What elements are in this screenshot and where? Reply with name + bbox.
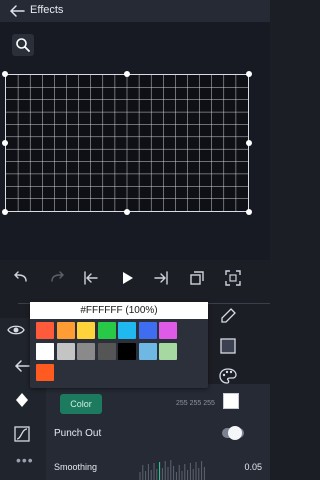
more-options-icon[interactable]: ••• — [16, 452, 34, 468]
skip-to-start-icon[interactable] — [82, 269, 100, 287]
resize-handle-top-left[interactable] — [2, 71, 8, 77]
color-swatch[interactable] — [138, 322, 157, 339]
undo-icon[interactable] — [12, 269, 30, 287]
magnifier-icon — [16, 38, 30, 52]
color-row: Color 255 255 255 — [50, 392, 266, 418]
gradient-square-icon[interactable] — [218, 336, 238, 356]
color-swatch[interactable] — [159, 322, 177, 339]
color-swatch[interactable] — [56, 322, 75, 339]
color-swatch[interactable] — [56, 343, 75, 360]
duplicate-icon[interactable] — [188, 269, 206, 287]
color-swatch[interactable] — [36, 364, 54, 381]
color-swatch[interactable] — [36, 343, 54, 360]
color-button[interactable]: Color — [60, 394, 102, 414]
back-arrow-icon[interactable] — [8, 3, 26, 19]
easing-curve-icon[interactable] — [12, 424, 32, 444]
hex-color-field[interactable]: #FFFFFF (100%) — [30, 302, 208, 319]
resize-handle-bottom-left[interactable] — [2, 209, 8, 215]
resize-handle-middle-right[interactable] — [246, 140, 252, 146]
color-swatch[interactable] — [159, 343, 177, 360]
visibility-eye-icon[interactable] — [6, 320, 26, 340]
palette-icon[interactable] — [218, 366, 238, 386]
play-icon[interactable] — [118, 269, 136, 287]
zoom-button[interactable] — [12, 34, 34, 56]
resize-handle-bottom-right[interactable] — [246, 209, 252, 215]
skip-to-end-icon[interactable] — [152, 269, 170, 287]
smoothing-slider[interactable] — [138, 456, 206, 480]
video-canvas[interactable] — [5, 74, 249, 212]
canvas-grid — [6, 75, 248, 211]
back-arrow-icon[interactable] — [12, 356, 32, 376]
color-swatch[interactable] — [97, 343, 116, 360]
preview-area — [0, 22, 270, 260]
smoothing-row: Smoothing 0.05 — [54, 456, 270, 480]
color-swatch[interactable] — [77, 343, 95, 360]
resize-handle-top-right[interactable] — [246, 71, 252, 77]
transport-bar — [0, 260, 270, 296]
color-swatch[interactable] — [97, 322, 116, 339]
fit-to-screen-icon[interactable] — [224, 269, 242, 287]
smoothing-value[interactable]: 0.05 — [244, 462, 262, 472]
color-swatch[interactable] — [138, 343, 157, 360]
punch-out-row: Punch Out — [54, 424, 264, 444]
title-bar: Effects — [0, 0, 270, 22]
color-picker-popup: #FFFFFF (100%) — [30, 302, 208, 388]
punch-out-label: Punch Out — [54, 428, 102, 439]
toggle-knob — [228, 426, 242, 440]
page-title: Effects — [30, 4, 64, 16]
color-swatch[interactable] — [36, 322, 54, 339]
eyedropper-icon[interactable] — [218, 306, 238, 326]
color-swatch[interactable] — [118, 343, 136, 360]
punch-out-toggle[interactable] — [222, 426, 244, 440]
color-swatch[interactable] — [118, 322, 136, 339]
rgb-readout: 255 255 255 — [176, 400, 215, 407]
keyframe-diamond-icon[interactable] — [12, 390, 32, 410]
smoothing-label: Smoothing — [54, 462, 98, 472]
current-color-swatch[interactable] — [223, 393, 239, 409]
color-swatch[interactable] — [77, 322, 95, 339]
resize-handle-top-center[interactable] — [124, 71, 130, 77]
redo-icon[interactable] — [48, 269, 66, 287]
effect-properties-panel: Color 255 255 255 Punch Out Smoothing 0.… — [46, 384, 270, 480]
resize-handle-bottom-center[interactable] — [124, 209, 130, 215]
resize-handle-middle-left[interactable] — [2, 140, 8, 146]
